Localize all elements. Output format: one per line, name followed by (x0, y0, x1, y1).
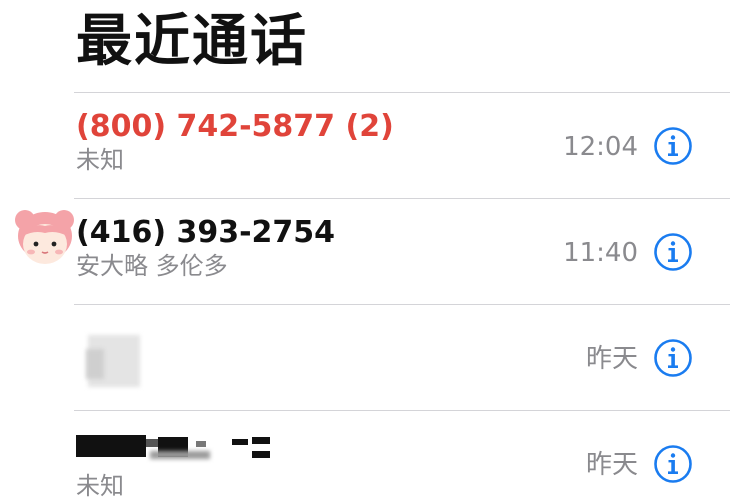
caller-label: 安大略 多伦多 (76, 252, 228, 280)
call-time: 11:40 (563, 238, 638, 268)
info-icon[interactable] (653, 338, 693, 378)
call-time: 12:04 (563, 132, 638, 162)
blurred-caller-name (86, 349, 104, 379)
caller-label: 未知 (76, 472, 124, 500)
call-row[interactable]: 未知 昨天 (0, 411, 730, 500)
call-row[interactable]: (800) 742-5877 (2) 未知 12:04 (0, 93, 730, 199)
caller-number: (416) 393-2754 (76, 215, 336, 250)
info-icon[interactable] (653, 232, 693, 272)
call-row[interactable]: 昨天 (0, 305, 730, 411)
call-row[interactable]: (416) 393-2754 安大略 多伦多 11:40 (0, 199, 730, 305)
call-time: 昨天 (585, 450, 638, 480)
recents-screen: 最近通话 (800) 742-5877 (2) 未知 12:04 (416) 3… (0, 0, 730, 500)
girl-face-sticker-icon (12, 206, 78, 270)
page-title: 最近通话 (76, 9, 308, 74)
info-icon[interactable] (653, 126, 693, 166)
call-time: 昨天 (585, 344, 638, 374)
caller-number: (800) 742-5877 (2) (76, 109, 394, 144)
caller-label: 未知 (76, 146, 124, 174)
info-icon[interactable] (653, 444, 693, 484)
